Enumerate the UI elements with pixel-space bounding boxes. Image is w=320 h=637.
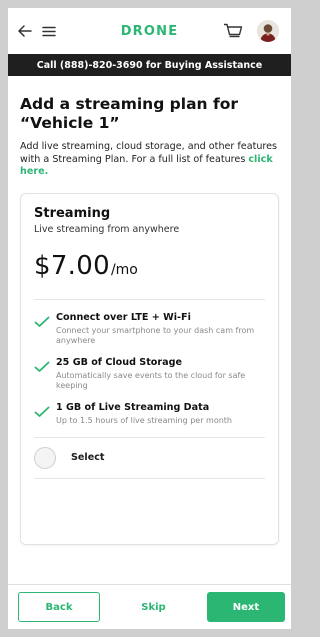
price-row: $7.00/mo [34, 251, 265, 281]
checkmark-icon [34, 403, 52, 426]
feature-item: Connect over LTE + Wi-Fi Connect your sm… [34, 312, 265, 346]
skip-button[interactable]: Skip [141, 602, 165, 613]
feature-title: 1 GB of Live Streaming Data [56, 401, 210, 413]
assistance-banner-text[interactable]: Call (888)-820-3690 for Buying Assistanc… [37, 60, 263, 71]
plan-period: /mo [110, 261, 138, 278]
plan-name: Streaming [34, 205, 111, 221]
feature-text: 25 GB of Cloud Storage Automatically sav… [56, 357, 265, 391]
cart-icon[interactable] [223, 23, 243, 40]
header-right-group [223, 20, 279, 42]
feature-title: 25 GB of Cloud Storage [56, 356, 182, 368]
main-content: Add a streaming plan for “Vehicle 1” Add… [8, 76, 291, 584]
feature-description: Up to 1.5 hours of live streaming per mo… [56, 415, 232, 425]
back-button[interactable]: Back [18, 592, 100, 622]
divider [34, 298, 265, 300]
checkmark-icon [34, 313, 52, 346]
select-radio[interactable] [34, 446, 56, 469]
intro-paragraph: Add live streaming, cloud storage, and o… [20, 141, 279, 179]
top-header: DRONE [8, 8, 291, 54]
next-button[interactable]: Next [206, 592, 285, 622]
feature-item: 25 GB of Cloud Storage Automatically sav… [34, 357, 265, 391]
feature-description: Automatically save events to the cloud f… [56, 370, 246, 390]
select-row[interactable]: Select [34, 436, 265, 479]
plan-subtitle: Live streaming from anywhere [34, 223, 180, 235]
header-left-group [18, 25, 56, 37]
checkmark-icon [34, 358, 52, 391]
footer-actions: Back Skip Next [8, 584, 291, 629]
assistance-banner: Call (888)-820-3690 for Buying Assistanc… [8, 54, 291, 76]
feature-title: Connect over LTE + Wi-Fi [56, 311, 191, 323]
app-screen: DRONE Call (888)-820-3690 for Buying Ass… [8, 8, 291, 629]
feature-item: 1 GB of Live Streaming Data Up to 1.5 ho… [34, 402, 265, 426]
page-title: Add a streaming plan for “Vehicle 1” [20, 95, 239, 132]
feature-list: Connect over LTE + Wi-Fi Connect your sm… [34, 312, 265, 426]
plan-price: $7.00 [34, 250, 110, 281]
feature-text: Connect over LTE + Wi-Fi Connect your sm… [56, 312, 265, 346]
feature-description: Connect your smartphone to your dash cam… [56, 325, 255, 345]
back-arrow-icon[interactable] [18, 25, 32, 37]
select-label[interactable]: Select [71, 452, 105, 463]
avatar[interactable] [257, 20, 279, 42]
intro-text: Add live streaming, cloud storage, and o… [20, 141, 278, 165]
brand-logo[interactable]: DRONE [121, 24, 179, 39]
menu-icon[interactable] [42, 26, 56, 37]
streaming-plan-card[interactable]: Streaming Live streaming from anywhere $… [20, 192, 279, 545]
feature-text: 1 GB of Live Streaming Data Up to 1.5 ho… [56, 402, 232, 426]
